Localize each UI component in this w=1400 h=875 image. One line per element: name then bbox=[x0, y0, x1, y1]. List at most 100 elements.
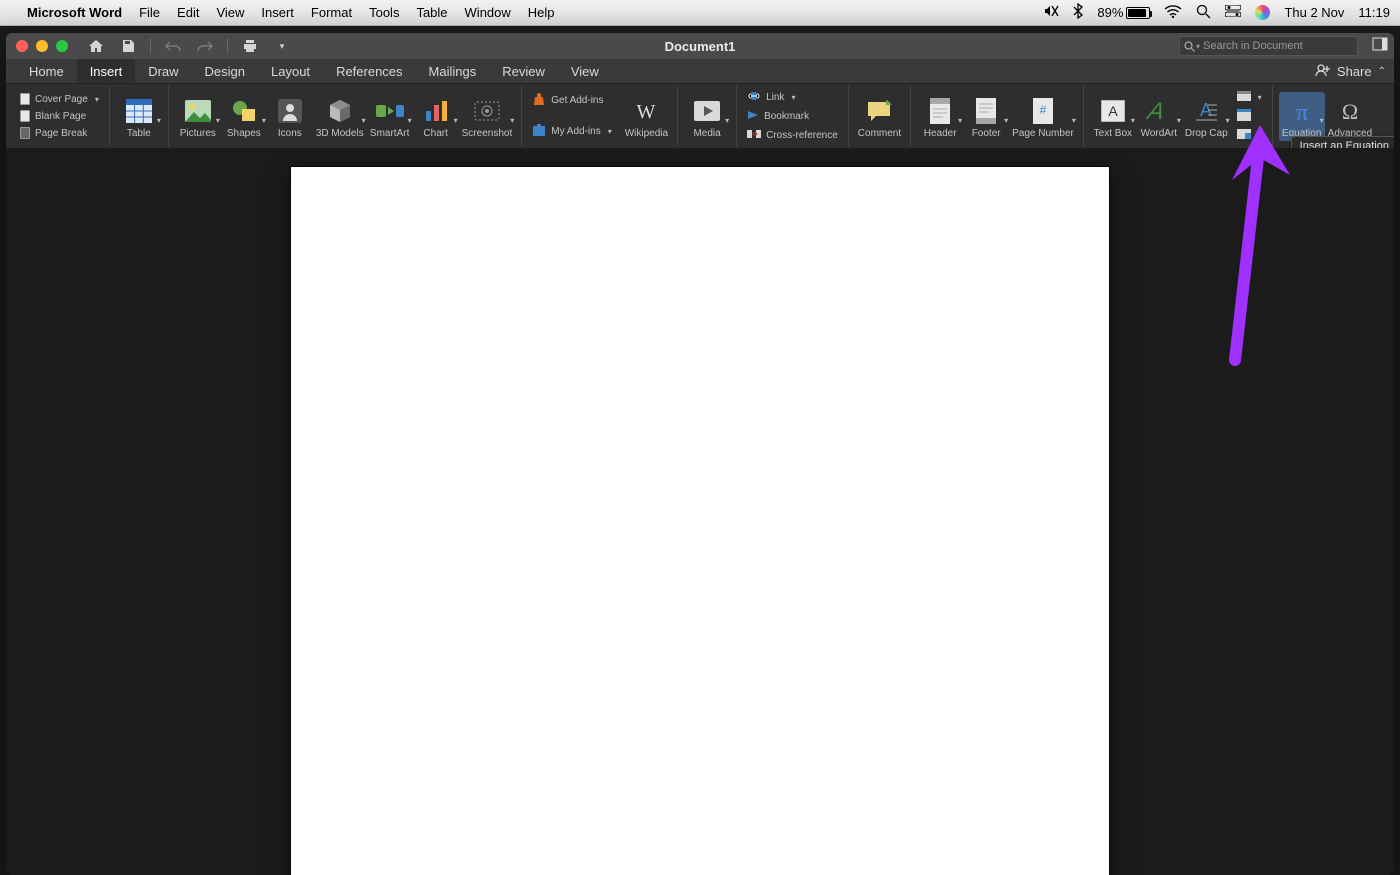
collapse-ribbon-icon[interactable]: ⌃ bbox=[1378, 66, 1386, 77]
comment-label: Comment bbox=[858, 128, 901, 139]
redo-icon[interactable] bbox=[195, 36, 215, 56]
cover-page-button[interactable]: Cover Page ▾ bbox=[16, 91, 103, 107]
page-break-button[interactable]: Page Break bbox=[16, 125, 103, 141]
menu-file[interactable]: File bbox=[139, 5, 160, 20]
smartart-button[interactable]: ▾ SmartArt bbox=[367, 92, 413, 141]
date-time-button[interactable] bbox=[1233, 107, 1266, 126]
page-number-button[interactable]: # ▾ Page Number bbox=[1009, 92, 1077, 141]
share-button[interactable]: Share bbox=[1337, 64, 1372, 79]
customize-qat-icon[interactable]: ▾ bbox=[272, 36, 292, 56]
tab-insert[interactable]: Insert bbox=[77, 59, 136, 83]
minimize-button[interactable] bbox=[36, 40, 48, 52]
addins-icon bbox=[532, 123, 546, 140]
chevron-down-icon: ▾ bbox=[1320, 116, 1324, 125]
cross-reference-button[interactable]: Cross-reference bbox=[743, 127, 842, 144]
pictures-button[interactable]: ▾ Pictures bbox=[175, 92, 221, 141]
svg-text:π: π bbox=[1296, 100, 1308, 124]
task-pane-icon[interactable] bbox=[1372, 37, 1388, 56]
menu-view[interactable]: View bbox=[216, 5, 244, 20]
home-icon[interactable] bbox=[86, 36, 106, 56]
my-addins-button[interactable]: My Add-ins ▾ bbox=[528, 121, 615, 142]
menu-insert[interactable]: Insert bbox=[261, 5, 294, 20]
comment-button[interactable]: Comment bbox=[855, 92, 904, 141]
wordart-icon: A bbox=[1142, 94, 1176, 128]
search-input[interactable] bbox=[1203, 40, 1353, 52]
media-button[interactable]: ▾ Media bbox=[684, 92, 730, 141]
menu-window[interactable]: Window bbox=[465, 5, 511, 20]
wordart-button[interactable]: A ▾ WordArt bbox=[1136, 92, 1182, 141]
save-icon[interactable] bbox=[118, 36, 138, 56]
undo-icon[interactable] bbox=[163, 36, 183, 56]
chevron-down-icon: ▾ bbox=[510, 116, 514, 125]
siri-icon[interactable] bbox=[1255, 5, 1270, 20]
menubar-app-name[interactable]: Microsoft Word bbox=[27, 5, 122, 20]
close-button[interactable] bbox=[16, 40, 28, 52]
menubar-date[interactable]: Thu 2 Nov bbox=[1284, 5, 1344, 20]
shapes-icon bbox=[227, 94, 261, 128]
tab-references[interactable]: References bbox=[323, 59, 415, 83]
document-page[interactable] bbox=[291, 167, 1109, 875]
table-button[interactable]: ▾ Table bbox=[116, 92, 162, 141]
search-box[interactable]: ▾ bbox=[1179, 36, 1358, 56]
drop-cap-button[interactable]: A ▾ Drop Cap bbox=[1182, 92, 1231, 141]
equation-button[interactable]: π ▾ Equation bbox=[1279, 92, 1325, 141]
bookmark-button[interactable]: Bookmark bbox=[743, 107, 842, 126]
object-button[interactable]: ▾ bbox=[1233, 127, 1266, 144]
tab-layout[interactable]: Layout bbox=[258, 59, 323, 83]
chevron-down-icon: ▾ bbox=[1004, 116, 1008, 125]
group-links: Link ▾ Bookmark Cross-reference bbox=[737, 86, 849, 146]
control-center-icon[interactable] bbox=[1225, 5, 1241, 20]
tab-review[interactable]: Review bbox=[489, 59, 558, 83]
menu-tools[interactable]: Tools bbox=[369, 5, 399, 20]
chevron-down-icon: ▾ bbox=[454, 116, 458, 125]
menu-help[interactable]: Help bbox=[528, 5, 555, 20]
print-icon[interactable] bbox=[240, 36, 260, 56]
word-window: ▾ Document1 ▾ Home Insert Draw Design La… bbox=[6, 33, 1394, 875]
quick-parts-button[interactable]: ▾ bbox=[1233, 89, 1266, 106]
chart-button[interactable]: ▾ Chart bbox=[413, 92, 459, 141]
search-dropdown-icon[interactable]: ▾ bbox=[1196, 42, 1200, 51]
wifi-icon[interactable] bbox=[1164, 5, 1182, 21]
menu-format[interactable]: Format bbox=[311, 5, 352, 20]
tab-view[interactable]: View bbox=[558, 59, 612, 83]
wikipedia-button[interactable]: W Wikipedia bbox=[622, 92, 671, 141]
battery-indicator[interactable]: 89% bbox=[1097, 5, 1150, 20]
link-button[interactable]: Link ▾ bbox=[743, 89, 842, 106]
cover-page-icon bbox=[20, 93, 30, 105]
chevron-down-icon: ▾ bbox=[262, 116, 266, 125]
store-icon bbox=[532, 92, 546, 109]
get-addins-button[interactable]: Get Add-ins bbox=[528, 90, 615, 111]
bluetooth-icon[interactable] bbox=[1073, 3, 1083, 22]
tab-home[interactable]: Home bbox=[16, 59, 77, 83]
icons-icon bbox=[273, 94, 307, 128]
screenshot-button[interactable]: ▾ Screenshot bbox=[459, 92, 516, 141]
footer-button[interactable]: ▾ Footer bbox=[963, 92, 1009, 141]
chevron-down-icon: ▾ bbox=[1258, 93, 1262, 102]
menubar-time[interactable]: 11:19 bbox=[1358, 5, 1390, 20]
blank-page-label: Blank Page bbox=[35, 111, 86, 122]
drop-cap-icon: A bbox=[1189, 94, 1223, 128]
tab-design[interactable]: Design bbox=[192, 59, 258, 83]
tab-mailings[interactable]: Mailings bbox=[416, 59, 490, 83]
spotlight-icon[interactable] bbox=[1196, 4, 1211, 22]
menu-edit[interactable]: Edit bbox=[177, 5, 199, 20]
shapes-label: Shapes bbox=[227, 128, 261, 139]
share-icon[interactable] bbox=[1315, 63, 1331, 79]
document-canvas[interactable] bbox=[6, 149, 1394, 875]
volume-muted-icon[interactable] bbox=[1043, 4, 1059, 21]
advanced-symbol-button[interactable]: Ω Advanced bbox=[1325, 92, 1375, 141]
menu-table[interactable]: Table bbox=[416, 5, 447, 20]
shapes-button[interactable]: ▾ Shapes bbox=[221, 92, 267, 141]
text-box-button[interactable]: A ▾ Text Box bbox=[1090, 92, 1136, 141]
chevron-down-icon: ▾ bbox=[791, 93, 795, 102]
blank-page-button[interactable]: Blank Page bbox=[16, 108, 103, 124]
icons-button[interactable]: Icons bbox=[267, 92, 313, 141]
fullscreen-button[interactable] bbox=[56, 40, 68, 52]
cover-page-label: Cover Page bbox=[35, 94, 88, 105]
3d-models-button[interactable]: ▾ 3D Models bbox=[313, 92, 367, 141]
tab-draw[interactable]: Draw bbox=[135, 59, 191, 83]
header-button[interactable]: ▾ Header bbox=[917, 92, 963, 141]
3d-models-icon bbox=[323, 94, 357, 128]
wordart-label: WordArt bbox=[1141, 128, 1178, 139]
omega-icon: Ω bbox=[1333, 94, 1367, 128]
